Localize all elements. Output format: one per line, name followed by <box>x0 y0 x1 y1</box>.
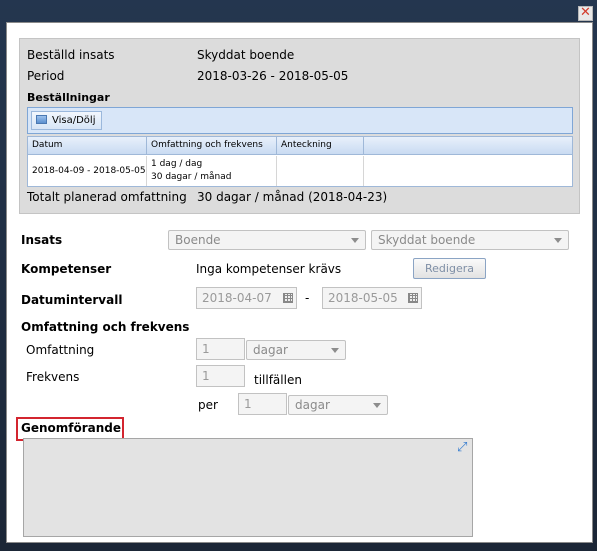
redigera-button[interactable]: Redigera <box>413 258 486 279</box>
date-from-input[interactable]: 2018-04-07 <box>196 287 297 309</box>
genomforande-textarea[interactable]: ⤢ <box>23 438 473 537</box>
per-unit-select[interactable]: dagar <box>288 395 388 415</box>
date-to-input[interactable]: 2018-05-05 <box>322 287 422 309</box>
date-from-value: 2018-04-07 <box>202 291 272 305</box>
per-unit-value: dagar <box>295 398 330 412</box>
orders-heading: Beställningar <box>27 91 110 104</box>
toggle-button-label: Visa/Dölj <box>52 115 96 126</box>
genomforande-label: Genomförande <box>21 421 122 435</box>
dialog-content: Beställd insats Skyddat boende Period 20… <box>6 22 593 543</box>
insats-type-select[interactable]: Skyddat boende <box>371 230 569 250</box>
chevron-down-icon <box>331 348 339 353</box>
cell-omfattning-line1: 1 dag / dag <box>151 159 203 169</box>
cell-datum: 2018-04-09 - 2018-05-05 <box>28 156 147 186</box>
orders-toolbar: Visa/Dölj <box>27 107 573 134</box>
omfattning-frekvens-heading: Omfattning och frekvens <box>21 320 190 334</box>
toggle-button[interactable]: Visa/Dölj <box>31 111 103 130</box>
insats-type-value: Skyddat boende <box>378 233 476 247</box>
total-label: Totalt planerad omfattning <box>27 190 187 204</box>
cell-omfattning: 1 dag / dag 30 dagar / månad <box>147 156 277 186</box>
column-header-anteckning[interactable]: Anteckning <box>277 137 364 155</box>
cell-anteckning <box>277 156 364 186</box>
omfattning-unit-select[interactable]: dagar <box>246 340 346 360</box>
calendar-icon[interactable] <box>283 293 293 303</box>
date-to-value: 2018-05-05 <box>328 291 398 305</box>
column-header-omfattning[interactable]: Omfattning och frekvens <box>147 137 277 155</box>
close-icon[interactable]: ✕ <box>578 6 593 21</box>
ordered-label: Beställd insats <box>27 48 115 62</box>
expand-icon[interactable]: ⤢ <box>457 441 469 454</box>
chevron-down-icon <box>554 238 562 243</box>
grid-icon <box>36 115 47 124</box>
frekvens-unit: tillfällen <box>254 373 302 387</box>
date-separator: - <box>305 291 310 305</box>
datumintervall-label: Datumintervall <box>21 293 123 307</box>
chevron-down-icon <box>373 403 381 408</box>
period-label: Period <box>27 69 65 83</box>
period-value: 2018-03-26 - 2018-05-05 <box>197 69 349 83</box>
order-summary: Beställd insats Skyddat boende Period 20… <box>19 38 580 214</box>
kompetenser-value: Inga kompetenser krävs <box>196 262 342 276</box>
column-header-datum[interactable]: Datum <box>28 137 147 155</box>
omfattning-input[interactable]: 1 <box>196 338 245 360</box>
cell-omfattning-line2: 30 dagar / månad <box>151 172 232 182</box>
per-label: per <box>198 398 218 412</box>
chevron-down-icon <box>351 238 359 243</box>
per-input[interactable]: 1 <box>238 393 287 415</box>
insats-category-value: Boende <box>175 233 221 247</box>
omfattning-unit-value: dagar <box>253 343 288 357</box>
frekvens-label: Frekvens <box>26 370 80 384</box>
kompetenser-label: Kompetenser <box>21 262 112 276</box>
insats-label: Insats <box>21 233 63 247</box>
insats-category-select[interactable]: Boende <box>168 230 366 250</box>
orders-table: Datum Omfattning och frekvens Anteckning… <box>27 136 573 187</box>
table-header: Datum Omfattning och frekvens Anteckning <box>28 137 572 155</box>
total-value: 30 dagar / månad (2018-04-23) <box>197 190 388 204</box>
frekvens-input[interactable]: 1 <box>196 365 245 387</box>
ordered-value: Skyddat boende <box>197 48 295 62</box>
calendar-icon[interactable] <box>408 293 418 303</box>
omfattning-label: Omfattning <box>26 343 95 357</box>
